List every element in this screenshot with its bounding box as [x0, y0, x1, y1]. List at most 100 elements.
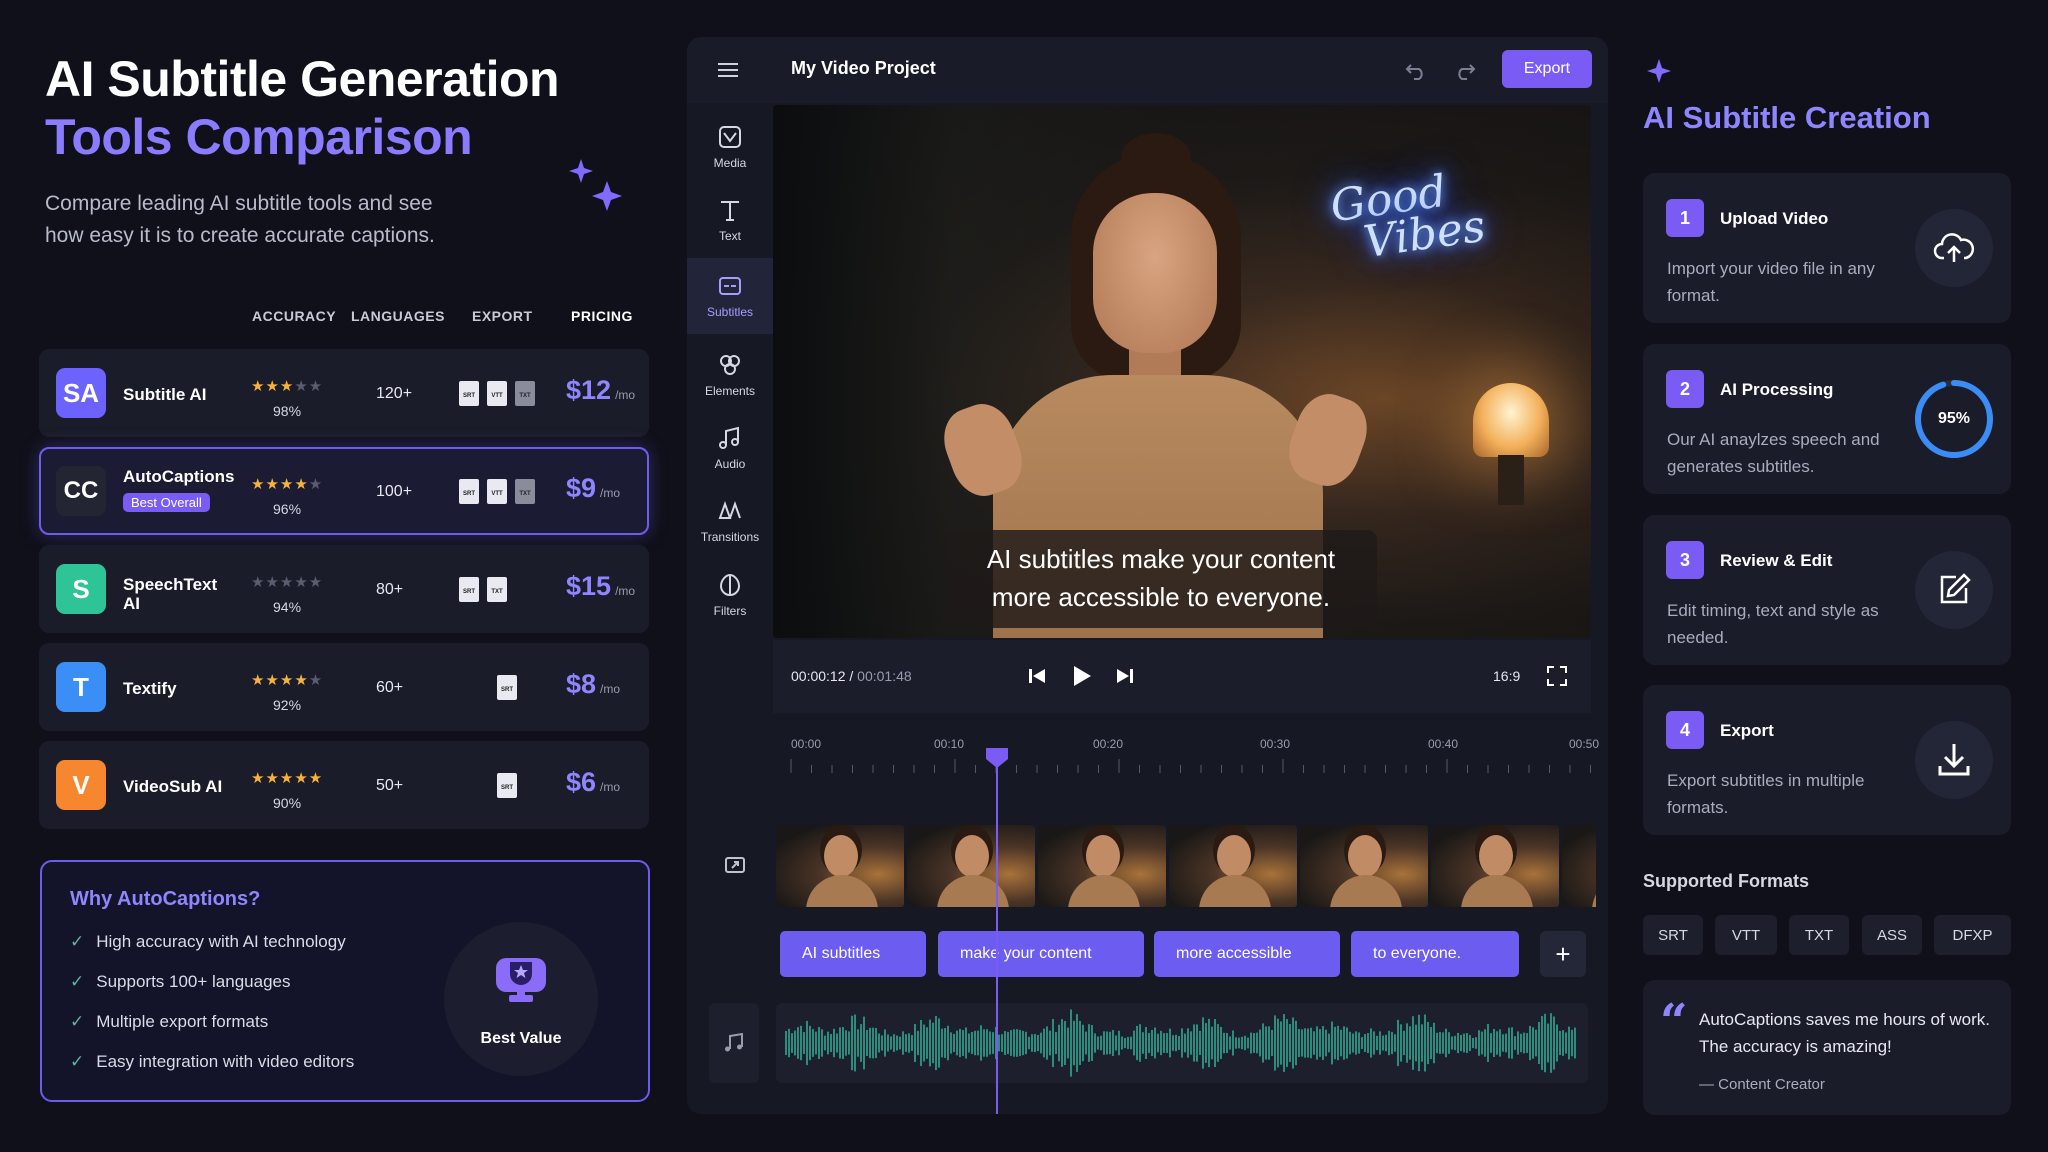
- video-preview[interactable]: Good Vibes AI subtitles make your conten…: [773, 105, 1591, 638]
- editor-sidebar: Media Text Subtitles Elements Audio Tran…: [687, 103, 773, 1114]
- project-title: My Video Project: [791, 58, 936, 78]
- format-chip-vtt[interactable]: VTT: [1715, 915, 1777, 955]
- subtitle-chip[interactable]: AI subtitles: [780, 931, 926, 977]
- trophy-icon: [496, 958, 546, 1002]
- step-card-review[interactable]: 3 Review & Edit Edit timing, text and st…: [1643, 515, 2011, 665]
- languages-value: 100+: [376, 483, 413, 500]
- quote-icon: “: [1660, 994, 1688, 1050]
- vtt-file-icon: VTT: [487, 479, 507, 504]
- step-card-export[interactable]: 4 Export Export subtitles in multiple fo…: [1643, 685, 2011, 835]
- tool-logo: V: [56, 760, 106, 810]
- txt-file-icon: TXT: [515, 381, 535, 406]
- sidebar-item-subtitles[interactable]: Subtitles: [687, 258, 773, 334]
- col-header-export: EXPORT: [472, 308, 533, 324]
- tool-name: SpeechText AI: [123, 575, 218, 613]
- col-header-languages: LANGUAGES: [351, 308, 445, 324]
- languages-value: 80+: [376, 581, 404, 598]
- ruler-label: 00:00: [791, 737, 822, 751]
- sidebar-item-media[interactable]: Media: [687, 111, 773, 183]
- accuracy-value: 96%: [273, 501, 302, 517]
- why-title: Why AutoCaptions?: [70, 888, 261, 910]
- format-chip-dfxp[interactable]: DFXP: [1934, 915, 2011, 955]
- sidebar-item-text[interactable]: Text: [687, 184, 773, 256]
- step-number: 2: [1666, 370, 1704, 408]
- format-chip-ass[interactable]: ASS: [1862, 915, 1922, 955]
- check-icon: ✓: [70, 1052, 85, 1071]
- tool-row-textify[interactable]: T Textify ★★★★★ 92% 60+ SRT $8/mo: [39, 643, 649, 731]
- fullscreen-icon[interactable]: [1545, 664, 1569, 688]
- check-icon: ✓: [70, 972, 85, 991]
- tool-row-videosub-ai[interactable]: V VideoSub AI ★★★★★ 90% 50+ SRT $6/mo: [39, 741, 649, 829]
- format-chip-txt[interactable]: TXT: [1789, 915, 1849, 955]
- why-item: ✓ High accuracy with AI technology: [70, 932, 346, 951]
- progress-value: 95%: [1937, 410, 1971, 427]
- why-item: ✓ Multiple export formats: [70, 1012, 269, 1031]
- step-card-upload[interactable]: 1 Upload Video Import your video file in…: [1643, 173, 2011, 323]
- price-value: $9/mo: [566, 473, 621, 503]
- sidebar-item-filters[interactable]: Filters: [687, 559, 773, 631]
- export-button[interactable]: Export: [1502, 50, 1592, 88]
- film-frame: [1169, 825, 1297, 907]
- check-icon: ✓: [70, 1012, 85, 1031]
- tool-logo: T: [56, 662, 106, 712]
- step-card-processing[interactable]: 2 AI Processing Our AI anaylzes speech a…: [1643, 344, 2011, 494]
- download-icon: [1938, 744, 1970, 776]
- tool-row-autocaptions[interactable]: CC AutoCaptions Best Overall ★★★★★ 96% 1…: [39, 447, 649, 535]
- srt-file-icon: SRT: [459, 577, 479, 602]
- undo-icon[interactable]: [1403, 57, 1429, 83]
- subtitle-chip[interactable]: make your content: [938, 931, 1144, 977]
- edit-icon: [1940, 573, 1971, 604]
- step-title: AI Processing: [1720, 380, 1834, 399]
- ruler-label: 00:20: [1093, 737, 1124, 751]
- media-icon: [719, 126, 741, 148]
- subtitle-chip[interactable]: more accessible: [1154, 931, 1340, 977]
- accuracy-value: 94%: [273, 599, 302, 615]
- sidebar-item-audio[interactable]: Audio: [687, 412, 773, 484]
- playhead[interactable]: [996, 757, 998, 1114]
- editor-topbar: My Video Project Export: [687, 37, 1608, 103]
- col-header-pricing: PRICING: [571, 308, 633, 324]
- neon-sign: Good Vibes: [1327, 165, 1489, 269]
- tool-logo: SA: [56, 368, 106, 418]
- tool-name: Subtitle AI: [123, 385, 207, 404]
- audio-waveform[interactable]: [776, 1003, 1588, 1083]
- film-frame: [1038, 825, 1166, 907]
- add-subtitle-button[interactable]: +: [1540, 931, 1586, 977]
- video-filmstrip[interactable]: [776, 825, 1596, 907]
- tool-logo: CC: [56, 466, 106, 516]
- srt-file-icon: SRT: [497, 675, 517, 700]
- price-value: $12/mo: [566, 375, 636, 405]
- film-frame: [907, 825, 1035, 907]
- skip-back-icon[interactable]: [1023, 662, 1051, 690]
- redo-icon[interactable]: [1452, 57, 1478, 83]
- why-item: ✓ Easy integration with video editors: [70, 1052, 355, 1071]
- play-icon[interactable]: [1067, 662, 1095, 690]
- expand-strip-icon[interactable]: [723, 853, 747, 877]
- srt-file-icon: SRT: [497, 773, 517, 798]
- aspect-ratio-selector[interactable]: 16:9: [1493, 668, 1520, 684]
- tool-row-subtitle-ai[interactable]: SA Subtitle AI ★★★★★ 98% 120+ SRT VTT TX…: [39, 349, 649, 437]
- cloud-upload-icon: [1933, 233, 1975, 262]
- film-frame: [1431, 825, 1559, 907]
- hamburger-menu-icon[interactable]: [717, 59, 739, 81]
- subtitle-chip[interactable]: to everyone.: [1351, 931, 1519, 977]
- languages-value: 120+: [376, 385, 413, 402]
- tool-row-speechtext-ai[interactable]: S SpeechText AI ★★★★★ 94% 80+ SRT TXT $1…: [39, 545, 649, 633]
- timeline-ruler[interactable]: [773, 759, 1593, 773]
- skip-forward-icon[interactable]: [1111, 662, 1139, 690]
- sidebar-item-transitions[interactable]: Transitions: [687, 485, 773, 557]
- txt-file-icon: TXT: [487, 577, 507, 602]
- step-number: 3: [1666, 541, 1704, 579]
- rating-stars: ★★★★★: [251, 476, 324, 493]
- sparkle-icon: [569, 159, 622, 211]
- supported-formats-title: Supported Formats: [1643, 871, 1810, 891]
- step-description: Import your video file in any format.: [1667, 259, 1875, 305]
- subtitle-caption[interactable]: AI subtitles make your content more acces…: [945, 530, 1377, 628]
- format-chip-srt[interactable]: SRT: [1643, 915, 1703, 955]
- page-title: AI Subtitle Generation Tools Comparison: [45, 50, 560, 166]
- lamp: [1473, 383, 1549, 457]
- languages-value: 50+: [376, 777, 404, 794]
- srt-file-icon: SRT: [459, 479, 479, 504]
- check-icon: ✓: [70, 932, 85, 951]
- sidebar-item-elements[interactable]: Elements: [687, 339, 773, 411]
